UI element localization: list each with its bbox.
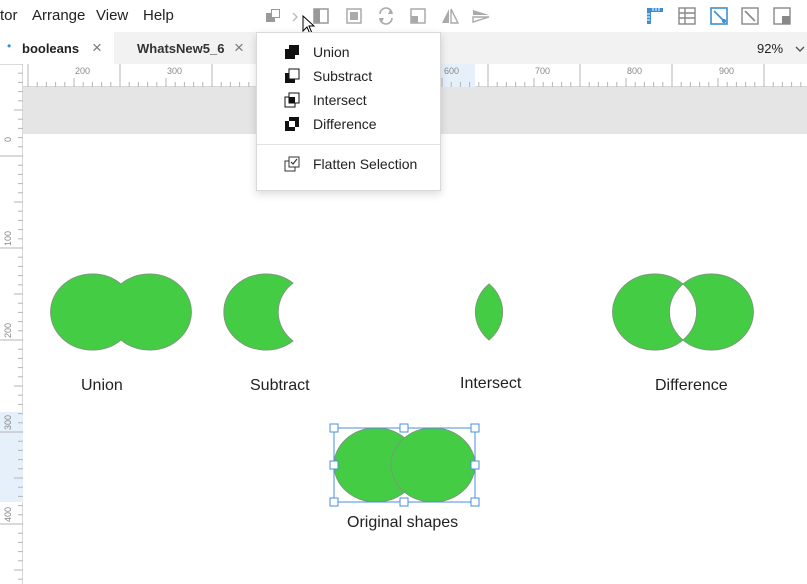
selection-handle[interactable] xyxy=(329,423,339,433)
chevron-right-icon xyxy=(292,12,298,22)
selection-handle[interactable] xyxy=(470,460,480,470)
difference-icon xyxy=(285,117,299,131)
intersect-icon xyxy=(284,92,300,108)
snap-icon[interactable] xyxy=(709,6,729,26)
ruler-toggle-icon[interactable] xyxy=(645,6,665,26)
selection-handle[interactable] xyxy=(399,497,409,507)
chevron-down-icon[interactable] xyxy=(795,45,805,53)
intersect-label: Intersect xyxy=(460,375,522,392)
menu-separator xyxy=(257,144,440,145)
vertical-ruler: 0 100 200 300 400 xyxy=(0,64,23,584)
ruler-label: 700 xyxy=(535,66,551,76)
menu-arrange[interactable]: Arrange xyxy=(32,7,85,24)
difference-label: Difference xyxy=(655,377,728,394)
union-label: Union xyxy=(81,377,123,394)
group-icon[interactable] xyxy=(344,6,364,26)
unsaved-dot: • xyxy=(7,39,12,53)
subtract-icon xyxy=(285,68,300,83)
intersect-shape[interactable] xyxy=(474,283,504,341)
ruler-label: 300 xyxy=(3,414,13,430)
zoom-level[interactable]: 92% xyxy=(757,41,783,56)
close-icon[interactable]: × xyxy=(92,38,102,58)
menu-item-label: Union xyxy=(313,44,350,60)
ruler-label: 0 xyxy=(3,136,13,142)
menu-item-union[interactable]: Union xyxy=(257,40,440,64)
subtract-label: Subtract xyxy=(250,377,310,394)
grid-icon[interactable] xyxy=(677,6,697,26)
union-icon xyxy=(285,45,299,59)
resize-icon[interactable] xyxy=(408,6,428,26)
ruler-label: 400 xyxy=(3,506,13,522)
rotate-icon[interactable] xyxy=(376,6,396,26)
original-shapes-label: Original shapes xyxy=(347,514,459,531)
boolean-operations-icon[interactable] xyxy=(263,6,283,26)
menu-bar: tor Arrange View Help xyxy=(0,0,807,35)
menu-editor[interactable]: tor xyxy=(0,7,18,24)
ruler-label: 600 xyxy=(444,66,460,76)
ruler-label: 300 xyxy=(167,66,183,76)
selection-handle[interactable] xyxy=(329,497,339,507)
tab-whatsnew[interactable]: WhatsNew5_6 × xyxy=(114,32,256,64)
selection-handle[interactable] xyxy=(329,460,339,470)
menu-item-difference[interactable]: Difference xyxy=(257,112,440,136)
tab-booleans[interactable]: • booleans × xyxy=(0,32,114,64)
flatten-icon xyxy=(284,156,300,172)
menu-view[interactable]: View xyxy=(96,7,128,24)
menu-item-intersect[interactable]: Intersect xyxy=(257,88,440,112)
flip-vertical-icon[interactable] xyxy=(471,6,491,26)
menu-item-label: Difference xyxy=(313,116,377,132)
menu-item-label: Intersect xyxy=(313,92,367,108)
selection-handle[interactable] xyxy=(399,423,409,433)
ruler-label: 900 xyxy=(719,66,735,76)
menu-item-label: Substract xyxy=(313,68,373,84)
subtract-shape[interactable] xyxy=(223,273,294,351)
arrange-icon[interactable] xyxy=(772,6,792,26)
line-tool-icon[interactable] xyxy=(740,6,760,26)
menu-help[interactable]: Help xyxy=(143,7,174,24)
selection-handle[interactable] xyxy=(470,423,480,433)
flip-horizontal-icon[interactable] xyxy=(440,6,460,26)
ruler-label: 100 xyxy=(3,230,13,246)
menu-item-subtract[interactable]: Substract xyxy=(257,64,440,88)
ruler-label: 200 xyxy=(75,66,91,76)
ruler-label: 800 xyxy=(627,66,643,76)
union-shape[interactable] xyxy=(50,273,192,351)
boolean-operations-menu: Union Substract Intersect Difference Fla… xyxy=(256,32,441,191)
tab-label: booleans xyxy=(22,41,80,56)
menu-item-label: Flatten Selection xyxy=(313,156,418,172)
original-circle-right[interactable] xyxy=(390,427,476,503)
selection-handle[interactable] xyxy=(470,497,480,507)
menu-item-flatten-selection[interactable]: Flatten Selection xyxy=(257,152,440,176)
ruler-label: 200 xyxy=(3,322,13,338)
tab-label: WhatsNew5_6 xyxy=(137,41,225,56)
close-icon[interactable]: × xyxy=(234,38,244,58)
difference-shape[interactable] xyxy=(612,273,754,351)
